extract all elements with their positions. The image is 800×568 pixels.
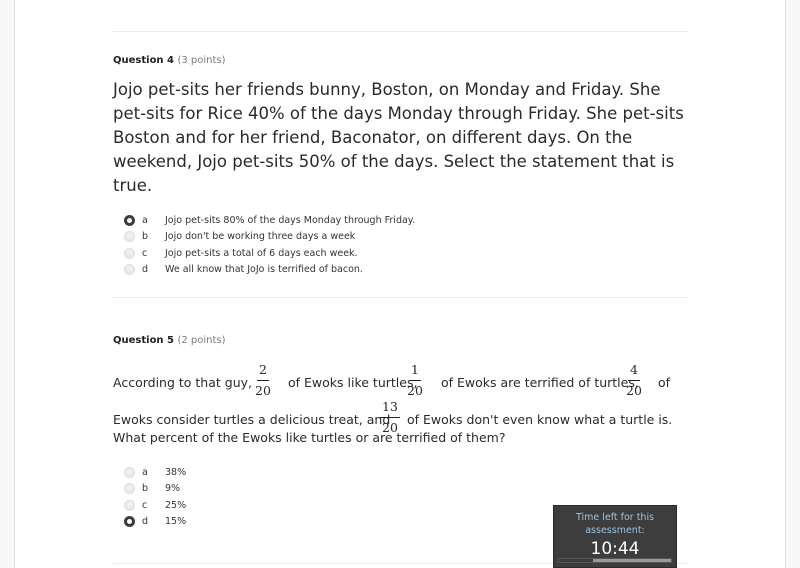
radio-button[interactable] [124,499,135,511]
assessment-timer: Time left for this assessment: 10:44 [553,505,677,568]
question-text-segment: Ewoks consider turtles a delicious treat… [113,412,391,427]
question-5-line-1: According to that guy, 2 20 of Ewoks lik… [113,354,695,398]
fraction-numerator: 2 [256,363,269,381]
timer-value: 10:44 [590,539,640,559]
question-text-segment: of Ewoks like turtles, [288,375,418,390]
question-5-option-a[interactable]: a 38% [124,464,186,481]
option-letter: d [142,516,149,528]
option-letter: c [142,247,148,259]
question-5-line-2: Ewoks consider turtles a delicious treat… [113,391,695,435]
section-divider [113,31,689,32]
timer-progress-bar [558,558,672,563]
option-letter: b [142,483,149,495]
question-text-segment: of Ewoks don't even know what a turtle i… [407,412,673,427]
option-text: We all know that JoJo is terrified of ba… [165,264,363,276]
question-5-option-c[interactable]: c 25% [124,497,186,514]
option-text: 9% [165,483,181,495]
question-4-points: (3 points) [177,55,226,66]
timer-progress-fill [559,559,593,562]
question-5-text: According to that guy, 2 20 of Ewoks lik… [113,354,695,446]
question-4-option-a[interactable]: a Jojo pet-sits 80% of the days Monday t… [124,212,415,229]
question-text-segment: of Ewoks are terrified of turtles, [441,375,639,390]
option-text: 15% [165,516,187,528]
option-letter: a [142,466,148,478]
section-divider [113,297,689,298]
radio-button[interactable] [124,483,135,495]
question-5-points: (2 points) [177,335,226,346]
question-4-option-b[interactable]: b Jojo don't be working three days a wee… [124,229,415,246]
option-text: Jojo pet-sits 80% of the days Monday thr… [165,214,416,226]
question-text-segment: What percent of the Ewoks like turtles o… [113,430,506,445]
option-letter: a [142,214,148,226]
radio-button[interactable] [124,247,135,259]
question-text-segment: of [658,375,671,390]
question-5-header: Question 5 (2 points) [113,335,226,346]
option-letter: d [142,264,149,276]
question-5-option-b[interactable]: b 9% [124,481,186,498]
radio-button[interactable] [124,466,135,478]
option-text: 38% [165,466,187,478]
question-5-options: a 38% b 9% c 25% d 15% [124,464,186,530]
radio-button[interactable] [124,264,135,276]
option-letter: b [142,231,149,243]
timer-label: Time left for this assessment: [575,512,655,536]
question-5-title: Question 5 [113,335,174,346]
radio-button-checked[interactable] [124,214,135,226]
question-4-text: Jojo pet-sits her friends bunny, Boston,… [113,80,684,195]
option-text: Jojo pet-sits a total of 6 days each wee… [165,247,358,259]
question-5-line-3: What percent of the Ewoks like turtles o… [113,428,695,446]
option-letter: c [142,499,148,511]
assessment-page: Question 4 (3 points) Jojo pet-sits her … [14,0,786,568]
question-4-title: Question 4 [113,55,174,66]
question-text-segment: According to that guy, [113,375,252,390]
question-4-options: a Jojo pet-sits 80% of the days Monday t… [124,212,415,278]
fraction-numerator: 13 [380,400,400,418]
radio-button-checked[interactable] [124,516,135,528]
fraction-numerator: 1 [408,363,421,381]
radio-button[interactable] [124,231,135,243]
question-4-option-c[interactable]: c Jojo pet-sits a total of 6 days each w… [124,245,415,262]
question-4-header: Question 4 (3 points) [113,55,226,66]
question-5-option-d[interactable]: d 15% [124,514,186,531]
question-4-option-d[interactable]: d We all know that JoJo is terrified of … [124,262,415,279]
option-text: Jojo don't be working three days a week [165,231,356,243]
fraction-numerator: 4 [627,363,640,381]
option-text: 25% [165,499,187,511]
